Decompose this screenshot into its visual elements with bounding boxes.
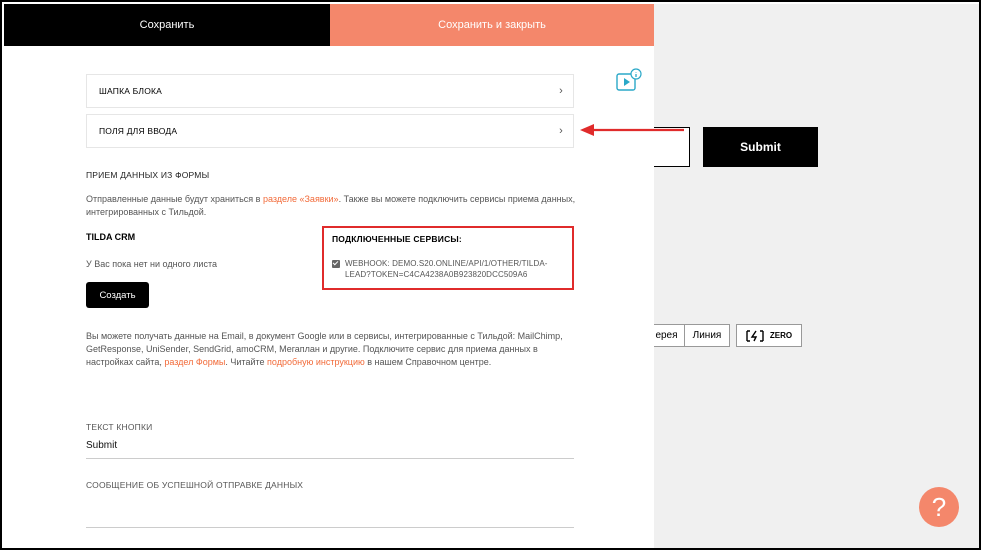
zero-block-icon	[746, 329, 764, 342]
screenshot-frame: Submit ерея Линия ZERO ? Сохранить Сохра…	[0, 0, 981, 550]
requests-section-link[interactable]: разделе «Заявки»	[263, 194, 339, 204]
connected-services-title: ПОДКЛЮЧЕННЫЕ СЕРВИСЫ:	[332, 234, 462, 244]
header-block-accordion[interactable]: ШАПКА БЛОКА ›	[86, 74, 574, 108]
chevron-right-icon: ›	[559, 125, 563, 137]
info-text: в нашем Справочном центре.	[364, 357, 492, 367]
button-text-underline	[86, 458, 574, 459]
top-bar: Сохранить Сохранить и закрыть	[4, 4, 654, 46]
help-button[interactable]: ?	[919, 487, 959, 527]
integrations-info: Вы можете получать данные на Email, в до…	[86, 330, 586, 369]
service-checkbox[interactable]	[332, 260, 340, 268]
success-message-underline[interactable]	[86, 527, 574, 528]
success-message-label: СООБЩЕНИЕ ОБ УСПЕШНОЙ ОТПРАВКЕ ДАННЫХ	[86, 480, 304, 490]
service-item[interactable]: WEBHOOK: DEMO.S20.ONLINE/API/1/OTHER/TIL…	[332, 258, 564, 280]
crm-title: TILDA CRM	[86, 232, 136, 242]
create-list-button[interactable]: Создать	[86, 282, 149, 308]
connected-services-box: ПОДКЛЮЧЕННЫЕ СЕРВИСЫ: WEBHOOK: DEMO.S20.…	[322, 226, 574, 290]
background-submit-button[interactable]: Submit	[703, 127, 818, 167]
zero-label: ZERO	[769, 331, 793, 340]
background-line-button[interactable]: Линия	[684, 324, 730, 347]
background-zero-button[interactable]: ZERO	[736, 324, 802, 347]
video-info-icon[interactable]	[616, 68, 642, 92]
save-and-close-button[interactable]: Сохранить и закрыть	[330, 4, 654, 46]
service-label: WEBHOOK: DEMO.S20.ONLINE/API/1/OTHER/TIL…	[345, 259, 548, 279]
form-data-section-title: ПРИЕМ ДАННЫХ ИЗ ФОРМЫ	[86, 170, 210, 180]
button-text-label: ТЕКСТ КНОПКИ	[86, 422, 153, 432]
chevron-right-icon: ›	[559, 85, 563, 97]
input-fields-accordion[interactable]: ПОЛЯ ДЛЯ ВВОДА ›	[86, 114, 574, 148]
annotation-arrow-icon	[580, 124, 684, 136]
form-data-description: Отправленные данные будут храниться в ра…	[86, 193, 586, 219]
crm-empty-text: У Вас пока нет ни одного листа	[86, 259, 217, 269]
save-button[interactable]: Сохранить	[4, 4, 330, 46]
forms-section-link[interactable]: раздел Формы	[164, 357, 225, 367]
info-text: . Читайте	[225, 357, 268, 367]
help-icon: ?	[931, 491, 947, 522]
settings-panel: Сохранить Сохранить и закрыть ШАПКА БЛОК…	[4, 4, 654, 548]
accordion-label: ШАПКА БЛОКА	[99, 86, 163, 96]
button-text-input[interactable]: Submit	[86, 440, 117, 451]
detailed-instructions-link[interactable]: подробную инструкцию	[267, 357, 365, 367]
background-page	[654, 4, 979, 548]
accordion-label: ПОЛЯ ДЛЯ ВВОДА	[99, 126, 178, 136]
description-text: Отправленные данные будут храниться в	[86, 194, 263, 204]
